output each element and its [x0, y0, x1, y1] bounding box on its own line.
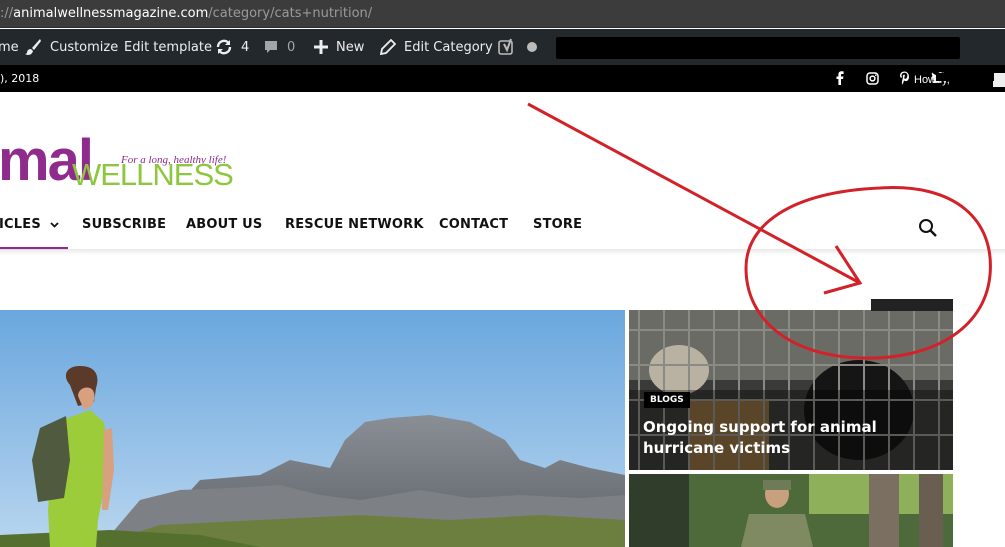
browser-url-bar[interactable]: ://animalwellnessmagazine.com/category/c…	[0, 0, 1005, 28]
admin-customize-link[interactable]: Customize	[24, 29, 118, 65]
redacted-area	[556, 37, 960, 59]
annotation-arrow-line	[527, 102, 861, 285]
category-badge[interactable]: BLOGS	[644, 392, 690, 408]
nav-item-articles[interactable]: ICLES	[0, 217, 59, 232]
admin-seo-link[interactable]	[498, 29, 524, 65]
featured-hero-image[interactable]	[0, 310, 625, 547]
url-text[interactable]: ://animalwellnessmagazine.com/category/c…	[0, 6, 372, 21]
instagram-icon[interactable]	[864, 70, 880, 86]
comment-icon	[263, 39, 279, 55]
facebook-icon[interactable]	[832, 70, 848, 86]
status-dot-icon	[526, 29, 538, 65]
nav-item-rescue-network[interactable]: RESCUE NETWORK	[285, 217, 424, 232]
nav-item-about-us[interactable]: ABOUT US	[186, 217, 263, 232]
admin-new-label: New	[336, 39, 365, 55]
nav-item-label: ICLES	[0, 217, 41, 232]
pinterest-icon[interactable]	[896, 70, 912, 86]
top-info-bar: ), 2018 Howdy,	[0, 65, 1005, 92]
admin-edit-category-label: Edit Category	[404, 39, 493, 55]
yoast-icon	[498, 38, 516, 56]
refresh-icon	[215, 38, 233, 56]
admin-customize-label: Customize	[50, 39, 119, 55]
nav-item-contact[interactable]: CONTACT	[439, 217, 508, 232]
pencil-icon	[380, 39, 396, 55]
side-story-title[interactable]: Ongoing support for animal hurricane vic…	[643, 417, 943, 459]
featured-side-story-2[interactable]	[629, 474, 953, 547]
nav-shadow	[0, 249, 1005, 255]
plus-icon	[314, 40, 328, 54]
admin-new-link[interactable]: New	[314, 29, 364, 65]
url-scheme: ://	[0, 6, 14, 21]
admin-edit-category-link[interactable]: Edit Category	[380, 29, 493, 65]
current-date: ), 2018	[0, 72, 40, 85]
admin-edit-template-link[interactable]: Edit template	[124, 29, 212, 65]
nav-item-subscribe[interactable]: SUBSCRIBE	[82, 217, 166, 232]
avatar[interactable]	[993, 73, 1005, 87]
admin-updates-link[interactable]: 4	[215, 29, 249, 65]
main-navigation: ICLES SUBSCRIBE ABOUT US RESCUE NETWORK …	[0, 205, 1005, 250]
wp-admin-bar: me Customize Edit template 4 0 New Edit …	[0, 29, 1005, 65]
nav-item-store[interactable]: STORE	[533, 217, 582, 232]
admin-comments-link[interactable]: 0	[263, 29, 295, 65]
search-icon[interactable]	[917, 217, 939, 239]
updates-count: 4	[241, 39, 250, 55]
featured-side-story[interactable]: BLOGS Ongoing support for animal hurrica…	[629, 310, 953, 470]
paintbrush-icon	[24, 38, 42, 56]
admin-edit-template-label: Edit template	[124, 39, 212, 55]
admin-home-label: me	[0, 39, 19, 55]
redacted-area-2	[936, 73, 994, 81]
url-path: /category/cats+nutrition/	[208, 6, 373, 21]
chevron-down-icon	[50, 217, 59, 232]
dark-corner-box	[871, 299, 953, 311]
comments-count: 0	[287, 39, 296, 55]
url-host: animalwellnessmagazine.com	[13, 6, 209, 21]
logo-wellness-word: WELLNESS	[72, 157, 234, 192]
admin-home-link[interactable]: me	[0, 29, 19, 65]
